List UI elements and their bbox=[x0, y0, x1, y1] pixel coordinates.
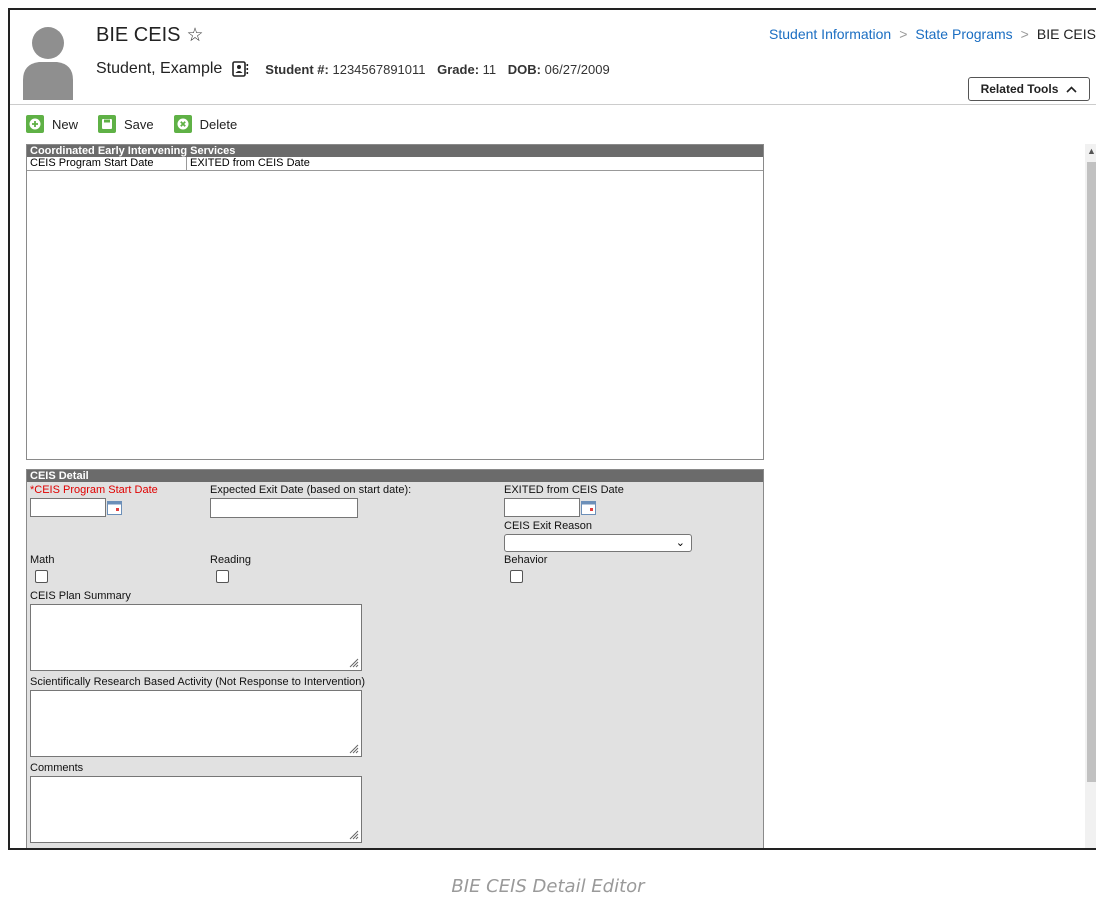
behavior-checkbox[interactable] bbox=[510, 570, 523, 583]
breadcrumb-chevron-icon: > bbox=[1020, 26, 1029, 42]
page-title: BIE CEIS bbox=[96, 24, 181, 46]
student-number-label: Student #: bbox=[265, 61, 329, 77]
start-date-label: *CEIS Program Start Date bbox=[30, 484, 158, 496]
plan-summary-label: CEIS Plan Summary bbox=[30, 590, 131, 602]
save-button[interactable]: Save bbox=[98, 115, 154, 133]
dob-label: DOB: bbox=[507, 61, 542, 77]
activity-textarea[interactable] bbox=[30, 690, 362, 757]
resize-grip-icon[interactable] bbox=[348, 743, 359, 754]
detail-panel-title: CEIS Detail bbox=[27, 470, 763, 482]
app-frame: BIE CEIS ☆ Student, Example Student #: 1… bbox=[8, 8, 1096, 850]
chevron-down-icon: ⌄ bbox=[675, 537, 685, 549]
math-label: Math bbox=[30, 554, 55, 566]
column-header-start-date[interactable]: CEIS Program Start Date bbox=[27, 157, 187, 170]
breadcrumb-state-programs[interactable]: State Programs bbox=[915, 26, 1012, 42]
chevron-up-icon bbox=[1066, 85, 1077, 93]
plus-circle-icon bbox=[26, 115, 44, 133]
plan-summary-textarea[interactable] bbox=[30, 604, 362, 671]
ceis-detail-panel: CEIS Detail *CEIS Program Start Date Exp… bbox=[26, 469, 764, 848]
exit-reason-label: CEIS Exit Reason bbox=[504, 520, 593, 532]
dob-value: 06/27/2009 bbox=[544, 61, 610, 77]
exit-reason-select[interactable]: ⌄ bbox=[504, 534, 692, 552]
reading-label: Reading bbox=[210, 554, 251, 566]
scrollbar-thumb[interactable] bbox=[1087, 162, 1096, 782]
expected-exit-input[interactable] bbox=[210, 498, 358, 518]
student-number: 1234567891011 bbox=[332, 61, 426, 77]
figure-caption: BIE CEIS Detail Editor bbox=[451, 876, 645, 897]
breadcrumb-chevron-icon: > bbox=[899, 26, 908, 42]
breadcrumb-current: BIE CEIS bbox=[1036, 26, 1096, 42]
behavior-label: Behavior bbox=[504, 554, 548, 566]
reading-checkbox[interactable] bbox=[216, 570, 229, 583]
breadcrumb: Student Information > State Programs > B… bbox=[769, 26, 1096, 42]
exited-date-input[interactable] bbox=[504, 498, 580, 517]
vertical-scrollbar[interactable]: ▲ bbox=[1085, 144, 1096, 848]
list-column-headers: CEIS Program Start Date EXITED from CEIS… bbox=[27, 157, 763, 171]
grade-value: 11 bbox=[482, 61, 497, 77]
expected-exit-label: Expected Exit Date (based on start date)… bbox=[210, 484, 412, 496]
new-button[interactable]: New bbox=[26, 115, 78, 133]
grade-label: Grade: bbox=[437, 61, 480, 77]
delete-button[interactable]: Delete bbox=[173, 115, 238, 133]
start-date-input[interactable] bbox=[30, 498, 106, 517]
delete-circle-icon bbox=[173, 115, 192, 133]
save-disk-icon bbox=[98, 115, 117, 133]
contact-card-icon[interactable] bbox=[232, 61, 249, 77]
comments-label: Comments bbox=[30, 762, 84, 774]
delete-label: Delete bbox=[199, 116, 238, 132]
breadcrumb-student-information[interactable]: Student Information bbox=[769, 26, 891, 42]
scroll-up-arrow-icon[interactable]: ▲ bbox=[1087, 146, 1096, 156]
new-label: New bbox=[52, 116, 79, 132]
math-checkbox[interactable] bbox=[35, 570, 48, 583]
action-toolbar: New Save Delete bbox=[26, 115, 237, 133]
exited-date-label: EXITED from CEIS Date bbox=[504, 484, 624, 496]
ceis-list-panel: Coordinated Early Intervening Services C… bbox=[26, 144, 764, 460]
student-avatar bbox=[23, 27, 73, 100]
related-tools-button[interactable]: Related Tools bbox=[968, 77, 1090, 101]
page-title-row: BIE CEIS ☆ bbox=[96, 24, 204, 47]
star-icon[interactable]: ☆ bbox=[186, 24, 203, 47]
save-label: Save bbox=[124, 116, 154, 132]
calendar-icon[interactable] bbox=[581, 501, 596, 515]
related-tools-label: Related Tools bbox=[980, 82, 1059, 96]
activity-label: Scientifically Research Based Activity (… bbox=[30, 676, 366, 688]
calendar-icon[interactable] bbox=[107, 501, 122, 515]
resize-grip-icon[interactable] bbox=[348, 829, 359, 840]
list-panel-title: Coordinated Early Intervening Services bbox=[27, 145, 763, 157]
resize-grip-icon[interactable] bbox=[348, 657, 359, 668]
student-info: Student, Example Student #: 123456789101… bbox=[96, 60, 610, 78]
student-name: Student, Example bbox=[96, 60, 223, 77]
column-header-exited-date[interactable]: EXITED from CEIS Date bbox=[187, 157, 763, 170]
header-divider bbox=[10, 104, 1096, 105]
student-meta: Student #: 1234567891011 Grade: 11 DOB: … bbox=[265, 62, 609, 77]
comments-textarea[interactable] bbox=[30, 776, 362, 843]
